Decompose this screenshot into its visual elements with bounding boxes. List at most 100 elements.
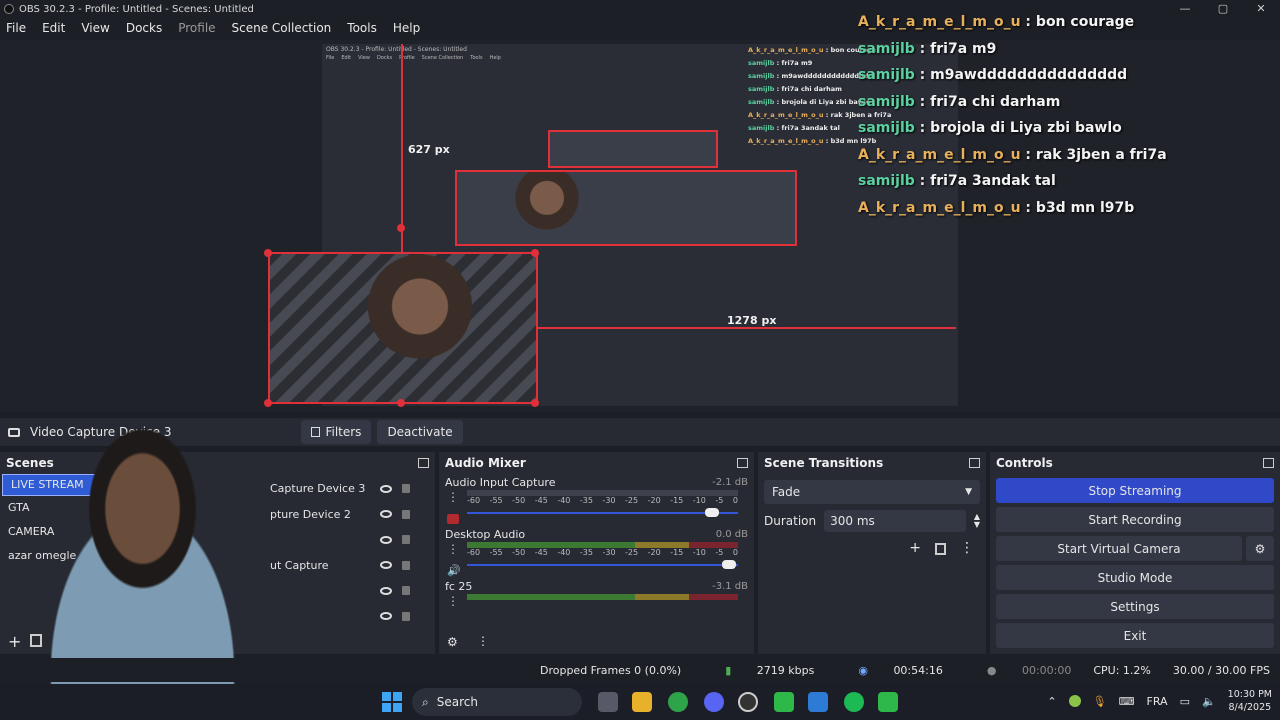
add-transition-icon[interactable]: + bbox=[909, 540, 921, 556]
menu-scene-collection[interactable]: Scene Collection bbox=[232, 21, 332, 35]
stepper-icon[interactable]: ▲ ▼ bbox=[974, 513, 980, 529]
eye-icon[interactable] bbox=[380, 535, 392, 544]
menu-profile[interactable]: Profile bbox=[178, 21, 215, 35]
menu-file[interactable]: File bbox=[6, 21, 26, 35]
channel-menu-icon[interactable]: ⋮ bbox=[447, 594, 459, 608]
stream-time: ◉ 00:54:16 bbox=[858, 663, 943, 677]
microphone-icon[interactable]: 🎙 bbox=[1093, 695, 1107, 708]
resize-handle-top-left[interactable] bbox=[264, 249, 272, 257]
lock-icon[interactable] bbox=[402, 509, 410, 519]
undock-icon[interactable] bbox=[418, 458, 429, 468]
scene-transitions-header: Scene Transitions bbox=[758, 452, 986, 474]
transition-select[interactable]: Fade ▼ bbox=[764, 480, 980, 504]
start-virtual-camera-button[interactable]: Start Virtual Camera bbox=[996, 536, 1242, 561]
lock-icon[interactable] bbox=[402, 484, 410, 494]
volume-slider[interactable] bbox=[467, 506, 738, 520]
measure-label-vertical: 627 px bbox=[408, 143, 450, 156]
eye-icon[interactable] bbox=[380, 586, 392, 595]
resize-handle-bottom[interactable] bbox=[397, 399, 405, 407]
remove-scene-icon[interactable] bbox=[30, 634, 42, 647]
volume-slider[interactable] bbox=[467, 558, 738, 572]
settings-button[interactable]: Settings bbox=[996, 594, 1274, 619]
chat-message: samijlb : fri7a chi darham bbox=[858, 94, 1061, 110]
measure-line-horizontal bbox=[538, 327, 956, 329]
eye-icon[interactable] bbox=[380, 510, 392, 519]
undock-icon[interactable] bbox=[737, 458, 748, 468]
resize-handle-bottom-left[interactable] bbox=[264, 399, 272, 407]
chat-message: samijlb : brojola di Liya zbi bawlo bbox=[858, 120, 1122, 136]
speaker-icon[interactable]: 🔊 bbox=[447, 564, 461, 577]
advanced-audio-gear-icon[interactable]: ⚙ bbox=[447, 635, 458, 649]
close-button[interactable]: ✕ bbox=[1242, 0, 1280, 18]
transition-menu-icon[interactable]: ⋮ bbox=[960, 540, 974, 556]
source-item[interactable]: pture Device 2 bbox=[270, 502, 420, 528]
taskbar-search[interactable]: ⌕ Search bbox=[412, 688, 582, 716]
clock[interactable]: 10:30 PM 8/4/2025 bbox=[1228, 688, 1272, 714]
chevron-up-icon[interactable]: ⌃ bbox=[1047, 695, 1056, 708]
filters-button[interactable]: Filters bbox=[301, 420, 372, 444]
undock-icon[interactable] bbox=[1263, 458, 1274, 468]
duration-input[interactable]: 300 ms bbox=[824, 510, 966, 532]
channel-db: -2.1 dB bbox=[712, 476, 748, 488]
lock-icon[interactable] bbox=[402, 611, 410, 621]
tray-app-icon[interactable] bbox=[1068, 695, 1081, 707]
mixer-channel: Audio Input Capture -2.1 dB ⋮ -60 -55 -50 -4… bbox=[439, 474, 754, 524]
menu-help[interactable]: Help bbox=[393, 21, 420, 35]
channel-menu-icon[interactable]: ⋮ bbox=[447, 542, 459, 556]
maximize-button[interactable]: ▢ bbox=[1204, 0, 1242, 18]
menu-edit[interactable]: Edit bbox=[42, 21, 65, 35]
channel-db: -3.1 dB bbox=[712, 580, 748, 592]
source-item[interactable]: ut Capture bbox=[270, 553, 420, 579]
db-scale: -60 -55 -50 -45 -40 -35 -30 -25 -20 -15 -10 -5 0 bbox=[467, 548, 738, 557]
menu-docks[interactable]: Docks bbox=[126, 21, 162, 35]
obs-taskbar-icon[interactable] bbox=[738, 692, 758, 712]
controls-header: Controls bbox=[990, 452, 1280, 474]
language-indicator[interactable]: FRA bbox=[1147, 695, 1168, 708]
network-icon[interactable]: ▭ bbox=[1180, 695, 1190, 708]
undock-icon[interactable] bbox=[969, 458, 980, 468]
lock-icon[interactable] bbox=[402, 560, 410, 570]
resize-handle-top-right[interactable] bbox=[531, 249, 539, 257]
scene-item-live-stream[interactable]: LIVE STREAM bbox=[2, 474, 134, 496]
volume-icon[interactable]: 🔈 bbox=[1202, 695, 1216, 708]
channel-menu-icon[interactable]: ⋮ bbox=[447, 490, 459, 504]
eye-icon[interactable] bbox=[380, 561, 392, 570]
file-explorer-icon[interactable] bbox=[632, 692, 652, 712]
selected-source-bounds[interactable] bbox=[268, 252, 538, 404]
blue-app-icon[interactable] bbox=[808, 692, 828, 712]
eye-icon[interactable] bbox=[380, 484, 392, 493]
start-recording-button[interactable]: Start Recording bbox=[996, 507, 1274, 532]
window-title: OBS 30.2.3 - Profile: Untitled - Scenes:… bbox=[19, 3, 254, 15]
resize-handle-top[interactable] bbox=[397, 224, 405, 232]
minimize-button[interactable]: — bbox=[1166, 0, 1204, 18]
green-app-icon[interactable] bbox=[774, 692, 794, 712]
lock-icon[interactable] bbox=[402, 586, 410, 596]
deactivate-button[interactable]: Deactivate bbox=[377, 420, 463, 444]
windows-start-icon[interactable] bbox=[382, 692, 402, 712]
stop-streaming-button[interactable]: Stop Streaming bbox=[996, 478, 1274, 503]
virtual-camera-settings-gear-icon[interactable]: ⚙ bbox=[1246, 536, 1274, 561]
exit-button[interactable]: Exit bbox=[996, 623, 1274, 648]
muted-speaker-icon[interactable] bbox=[447, 514, 459, 524]
resize-handle-bottom-right[interactable] bbox=[531, 399, 539, 407]
spotify-icon[interactable] bbox=[844, 692, 864, 712]
chrome-icon[interactable] bbox=[668, 692, 688, 712]
scenes-header: Scenes bbox=[0, 452, 435, 474]
studio-mode-button[interactable]: Studio Mode bbox=[996, 565, 1274, 590]
mixer-menu-icon[interactable]: ⋮ bbox=[477, 634, 489, 648]
menu-tools[interactable]: Tools bbox=[347, 21, 377, 35]
green-app-icon-2[interactable] bbox=[878, 692, 898, 712]
discord-icon[interactable] bbox=[704, 692, 724, 712]
add-scene-icon[interactable]: + bbox=[8, 632, 21, 651]
source-item[interactable] bbox=[270, 604, 420, 630]
mixer-channel: fc 25 -3.1 dB ⋮ bbox=[439, 578, 754, 609]
source-item[interactable]: Capture Device 3 bbox=[270, 476, 420, 502]
keyboard-icon[interactable]: ⌨ bbox=[1119, 695, 1135, 708]
remove-transition-icon[interactable] bbox=[935, 543, 946, 555]
eye-icon[interactable] bbox=[380, 612, 392, 621]
lock-icon[interactable] bbox=[402, 535, 410, 545]
menu-view[interactable]: View bbox=[81, 21, 109, 35]
task-view-icon[interactable] bbox=[598, 692, 618, 712]
source-item[interactable] bbox=[270, 578, 420, 604]
source-item[interactable] bbox=[270, 527, 420, 553]
